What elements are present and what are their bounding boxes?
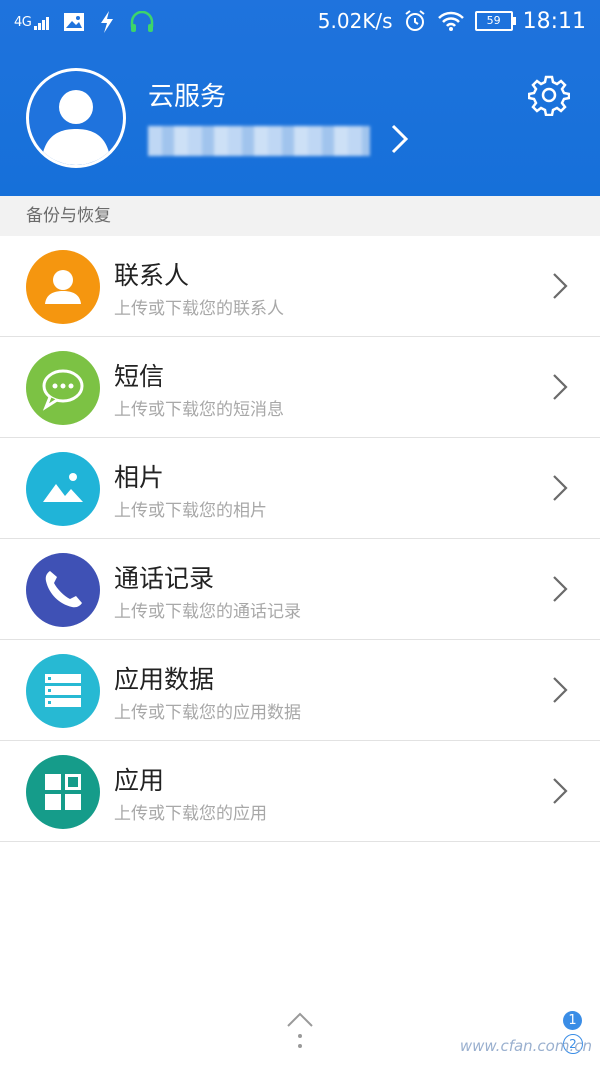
- item-desc: 上传或下载您的通话记录: [114, 602, 301, 622]
- gear-icon[interactable]: [528, 74, 570, 116]
- message-icon: [26, 351, 100, 425]
- status-right: 5.02K/s 59 18:11: [318, 6, 586, 36]
- item-desc: 上传或下载您的联系人: [114, 299, 284, 319]
- photo-icon: [26, 452, 100, 526]
- list-item-app-data[interactable]: 应用数据 上传或下载您的应用数据: [0, 640, 600, 741]
- app-data-icon: [26, 654, 100, 728]
- item-title: 应用数据: [114, 665, 215, 694]
- item-title: 通话记录: [114, 564, 215, 593]
- item-title: 应用: [114, 766, 165, 795]
- contact-icon: [26, 250, 100, 324]
- section-header: 备份与恢复: [0, 196, 600, 236]
- chevron-right-icon: [553, 576, 568, 602]
- list-item-call-log[interactable]: 通话记录 上传或下载您的通话记录: [0, 539, 600, 640]
- item-desc: 上传或下载您的相片: [114, 501, 267, 521]
- item-desc: 上传或下载您的应用数据: [114, 703, 301, 723]
- avatar[interactable]: [26, 68, 126, 168]
- list-item-photos[interactable]: 相片 上传或下载您的相片: [0, 438, 600, 539]
- chevron-right-icon: [553, 273, 568, 299]
- account-id-blurred[interactable]: [148, 126, 370, 156]
- backup-list: 联系人 上传或下载您的联系人 短信 上传或下载您的短消息 相片 上传或下载您的相…: [0, 236, 600, 842]
- watermark: www.cfan.com.cn: [459, 1037, 592, 1055]
- person-icon: [41, 90, 111, 165]
- status-left: 4G: [14, 8, 155, 36]
- headset-icon: [131, 11, 154, 32]
- account-name[interactable]: 云服务: [148, 76, 226, 113]
- chevron-right-icon[interactable]: [388, 122, 412, 156]
- header: 4G 5.02K/s 59 18:11 云服务: [0, 0, 600, 196]
- list-item-contacts[interactable]: 联系人 上传或下载您的联系人: [0, 236, 600, 337]
- list-item-apps[interactable]: 应用 上传或下载您的应用: [0, 741, 600, 842]
- item-desc: 上传或下载您的应用: [114, 804, 267, 824]
- image-icon: [64, 13, 85, 31]
- list-item-sms[interactable]: 短信 上传或下载您的短消息: [0, 337, 600, 438]
- battery-icon: 59: [474, 11, 516, 31]
- status-bar: 4G 5.02K/s 59 18:11: [0, 0, 600, 44]
- apps-icon: [26, 755, 100, 829]
- wifi-icon: [437, 11, 464, 31]
- network-type: 4G: [14, 14, 32, 30]
- net-speed: 5.02K/s: [317, 9, 393, 33]
- signal-icon: 4G: [14, 14, 50, 30]
- item-title: 联系人: [114, 261, 190, 290]
- clock: 18:11: [522, 8, 586, 34]
- item-title: 短信: [114, 362, 165, 391]
- flash-icon: [101, 11, 114, 33]
- chevron-right-icon: [553, 475, 568, 501]
- phone-icon: [26, 553, 100, 627]
- chevron-up-icon[interactable]: [285, 1010, 315, 1052]
- item-title: 相片: [114, 463, 165, 492]
- chevron-right-icon: [553, 677, 568, 703]
- chevron-right-icon: [553, 778, 568, 804]
- alarm-icon: [404, 10, 425, 31]
- badge-one: 1: [563, 1011, 582, 1030]
- item-desc: 上传或下载您的短消息: [114, 400, 284, 420]
- chevron-right-icon: [553, 374, 568, 400]
